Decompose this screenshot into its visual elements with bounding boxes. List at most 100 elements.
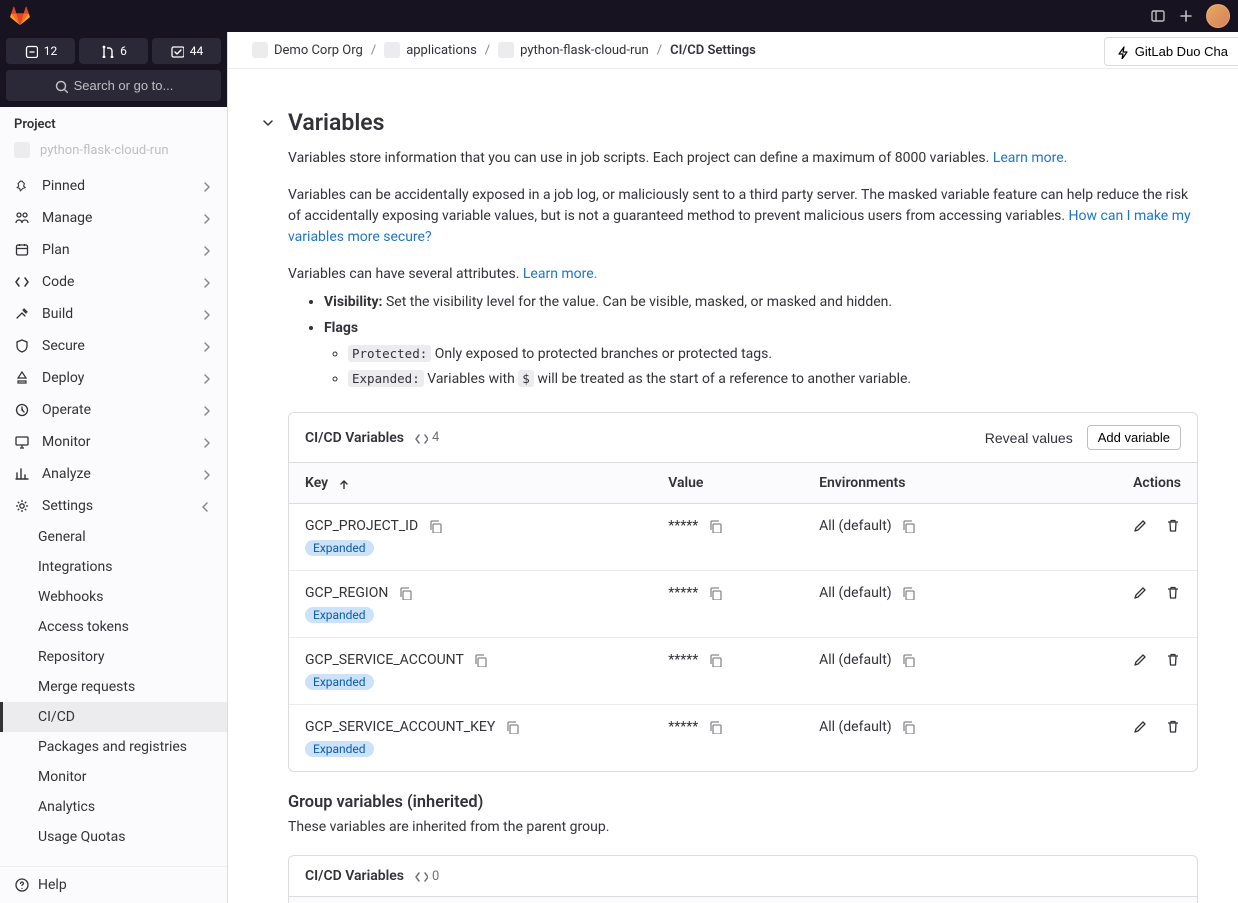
todos-counter[interactable]: 44	[152, 38, 221, 64]
group-avatar-icon	[384, 42, 400, 58]
user-avatar[interactable]	[1206, 4, 1230, 28]
expanded-text-before: Variables with	[427, 371, 515, 387]
visibility-label: Visibility:	[324, 294, 382, 310]
merge-requests-counter[interactable]: 6	[79, 38, 148, 64]
sidebar-nav: PinnedManagePlan Code BuildSecureDeploy Ope…	[0, 166, 227, 866]
sidebar-item-analyze[interactable]: Analyze	[0, 458, 227, 490]
copy-key-icon[interactable]	[505, 720, 519, 734]
column-key[interactable]: Key	[289, 463, 652, 504]
sidebar-item-build[interactable]: Build	[0, 298, 227, 330]
sidebar-item-manage[interactable]: Manage	[0, 202, 227, 234]
variable-key: GCP_PROJECT_ID	[305, 518, 418, 534]
sidebar-item-pinned[interactable]: Pinned	[0, 170, 227, 202]
copy-key-icon[interactable]	[428, 519, 442, 533]
chevron-right-icon	[199, 371, 213, 385]
group-panel-title: CI/CD Variables	[305, 868, 404, 884]
copy-env-icon[interactable]	[901, 720, 915, 734]
copy-env-icon[interactable]	[901, 653, 915, 667]
edit-icon[interactable]	[1132, 518, 1148, 534]
column-value[interactable]: Value	[652, 463, 803, 504]
edit-icon[interactable]	[1132, 585, 1148, 601]
breadcrumb-org[interactable]: Demo Corp Org	[252, 42, 363, 58]
issues-count: 12	[44, 44, 58, 58]
settings-sub-access-tokens[interactable]: Access tokens	[0, 612, 227, 642]
sidebar-item-code[interactable]: Code	[0, 266, 227, 298]
secure-icon	[14, 338, 30, 354]
edit-icon[interactable]	[1132, 652, 1148, 668]
chevron-right-icon	[199, 307, 213, 321]
help-link[interactable]: Help	[0, 866, 227, 903]
settings-sub-ci-cd[interactable]: CI/CD	[0, 702, 227, 732]
plan-icon	[14, 242, 30, 258]
copy-env-icon[interactable]	[901, 586, 915, 600]
reveal-values-button[interactable]: Reveal values	[985, 430, 1073, 446]
copy-value-icon[interactable]	[708, 720, 722, 734]
sidebar-item-secure[interactable]: Secure	[0, 330, 227, 362]
sidebar-item-plan[interactable]: Plan	[0, 234, 227, 266]
sidebar-item-deploy[interactable]: Deploy	[0, 362, 227, 394]
column-environments[interactable]: Environments	[803, 463, 1029, 504]
chevron-right-icon	[199, 179, 213, 193]
copy-env-icon[interactable]	[901, 519, 915, 533]
sidebar-item-label: Operate	[42, 402, 91, 418]
column-group[interactable]: Group	[936, 897, 1197, 903]
variable-row: GCP_REGION Expanded ***** All (default)	[289, 571, 1197, 638]
project-name-row[interactable]: python-flask-cloud-run	[0, 142, 227, 166]
sidebar-toggle-icon[interactable]	[1150, 8, 1166, 24]
edit-icon[interactable]	[1132, 719, 1148, 735]
learn-more-link-2[interactable]: Learn more.	[523, 266, 598, 282]
search-label: Search or go to...	[74, 78, 174, 93]
delete-icon[interactable]	[1165, 518, 1181, 534]
copy-value-icon[interactable]	[708, 586, 722, 600]
copy-key-icon[interactable]	[473, 653, 487, 667]
copy-value-icon[interactable]	[708, 653, 722, 667]
settings-icon	[14, 498, 30, 514]
sidebar-item-label: Code	[42, 274, 74, 290]
issues-counter[interactable]: 12	[6, 38, 75, 64]
section-title: Variables	[288, 109, 385, 136]
section-desc-3: Variables can have several attributes.	[288, 266, 519, 282]
copy-key-icon[interactable]	[398, 586, 412, 600]
gitlab-duo-button[interactable]: GitLab Duo Cha	[1104, 37, 1238, 66]
add-variable-button[interactable]: Add variable	[1087, 425, 1181, 450]
settings-sub-general[interactable]: General	[0, 522, 227, 552]
settings-sub-usage-quotas[interactable]: Usage Quotas	[0, 822, 227, 852]
copy-value-icon[interactable]	[708, 519, 722, 533]
breadcrumb-separator: /	[371, 43, 376, 58]
search-icon	[54, 79, 68, 93]
sidebar-item-operate[interactable]: Operate	[0, 394, 227, 426]
chevron-right-icon	[199, 467, 213, 481]
sidebar-item-monitor[interactable]: Monitor	[0, 426, 227, 458]
chevron-right-icon	[199, 211, 213, 225]
gitlab-logo[interactable]	[8, 4, 32, 28]
column-key[interactable]: Key	[289, 897, 494, 903]
settings-sub-repository[interactable]: Repository	[0, 642, 227, 672]
settings-sub-analytics[interactable]: Analytics	[0, 792, 227, 822]
settings-label: Settings	[42, 498, 93, 514]
variable-row: GCP_PROJECT_ID Expanded ***** All (defau…	[289, 504, 1197, 571]
breadcrumb-project[interactable]: python-flask-cloud-run	[498, 42, 649, 58]
search-button[interactable]: Search or go to...	[6, 70, 221, 101]
analyze-icon	[14, 466, 30, 482]
learn-more-link[interactable]: Learn more.	[993, 150, 1068, 166]
create-new-icon[interactable]	[1178, 8, 1194, 24]
flags-label: Flags	[324, 320, 358, 336]
settings-sub-integrations[interactable]: Integrations	[0, 552, 227, 582]
manage-icon	[14, 210, 30, 226]
column-actions: Actions	[1029, 463, 1197, 504]
settings-sub-merge-requests[interactable]: Merge requests	[0, 672, 227, 702]
breadcrumb-group[interactable]: applications	[384, 42, 477, 58]
delete-icon[interactable]	[1165, 585, 1181, 601]
settings-sub-monitor[interactable]: Monitor	[0, 762, 227, 792]
expanded-badge: Expanded	[305, 741, 374, 757]
settings-sub-packages-and-registries[interactable]: Packages and registries	[0, 732, 227, 762]
expanded-badge: Expanded	[305, 540, 374, 556]
variable-row: GCP_SERVICE_ACCOUNT_KEY Expanded ***** A…	[289, 705, 1197, 772]
sidebar-item-settings[interactable]: Settings	[0, 490, 227, 522]
group-variables-panel: CI/CD Variables 0 Key Environments Group	[288, 855, 1198, 903]
settings-sub-webhooks[interactable]: Webhooks	[0, 582, 227, 612]
collapse-section-icon[interactable]	[260, 115, 276, 131]
column-environments[interactable]: Environments	[494, 897, 935, 903]
delete-icon[interactable]	[1165, 719, 1181, 735]
delete-icon[interactable]	[1165, 652, 1181, 668]
